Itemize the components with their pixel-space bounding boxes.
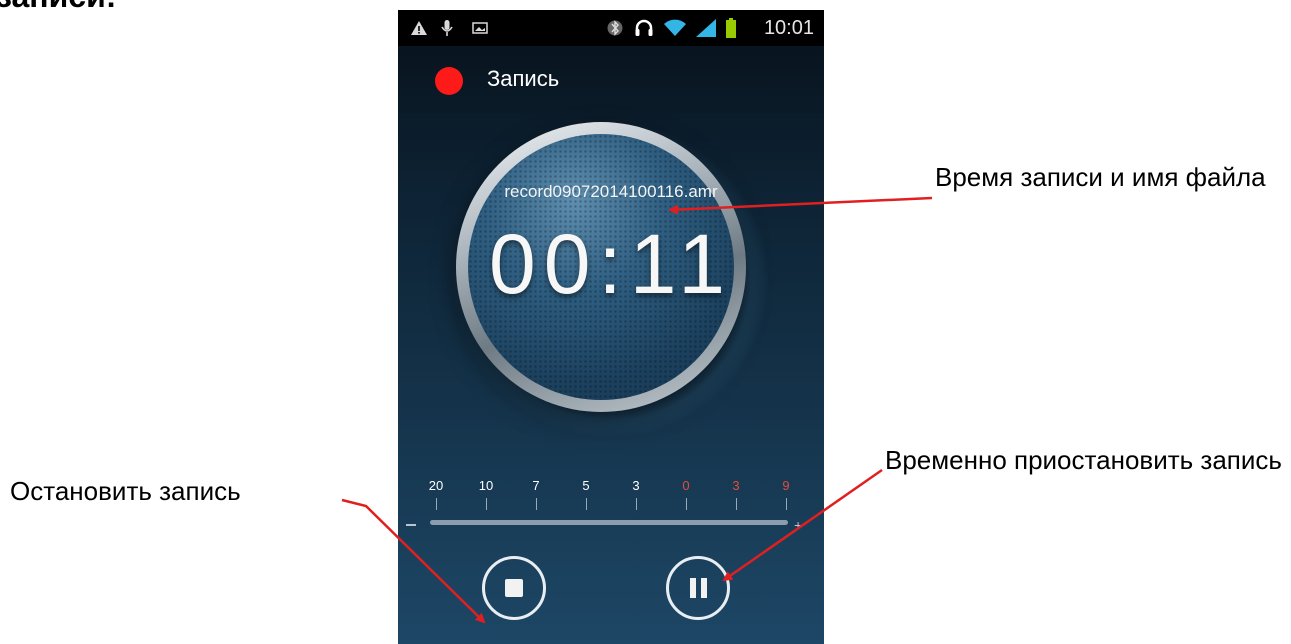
level-scale-tick [736, 498, 737, 510]
level-scale-label: 5 [582, 478, 590, 493]
level-scale-tick [786, 498, 787, 510]
wifi-icon [662, 10, 688, 46]
level-scale-tick [586, 498, 587, 510]
level-scale-label: 7 [532, 478, 540, 493]
level-scale-tick [436, 498, 437, 510]
recording-filename: record09072014100116.amr [504, 182, 718, 201]
pause-button[interactable] [666, 556, 730, 620]
level-scale-label: 0 [682, 478, 690, 493]
pause-icon [689, 578, 707, 598]
minus-icon [406, 524, 416, 526]
level-scale-tick [686, 498, 687, 510]
level-scale-label: 10 [478, 478, 494, 493]
signal-icon [694, 10, 718, 46]
status-bar-time: 10:01 [763, 17, 814, 39]
microphone-icon [438, 10, 456, 46]
recording-indicator-icon [435, 67, 463, 95]
screen-title: Запись [487, 66, 560, 91]
stop-icon [505, 579, 523, 597]
phone-screen: 10:01 Запись record09072014100116.amr 00… [398, 10, 824, 644]
level-meter-track [430, 520, 788, 525]
level-scale-tick [536, 498, 537, 510]
recording-timer: 00:11 [489, 217, 733, 311]
cut-off-heading: записи: [0, 0, 116, 15]
annotation-stop: Остановить запись [10, 476, 241, 506]
warning-icon [408, 10, 430, 46]
level-scale-tick [486, 498, 487, 510]
bluetooth-icon [605, 10, 625, 46]
level-scale-label: 9 [782, 478, 790, 493]
battery-icon [723, 10, 739, 46]
status-bar: 10:01 [398, 10, 824, 46]
level-meter: 20 10 7 5 3 0 3 9 + [406, 478, 808, 538]
level-scale-tick [636, 498, 637, 510]
annotation-pause: Временно приостановить запись [885, 445, 1282, 475]
plus-icon: + [794, 517, 803, 533]
level-scale-label: 3 [732, 478, 740, 493]
level-scale-label: 3 [632, 478, 640, 493]
image-icon [470, 10, 490, 46]
stop-button[interactable] [482, 556, 546, 620]
level-scale-label: 20 [428, 478, 444, 493]
headphones-icon [632, 10, 656, 46]
annotation-timer-filename: Время записи и имя файла [935, 162, 1266, 192]
